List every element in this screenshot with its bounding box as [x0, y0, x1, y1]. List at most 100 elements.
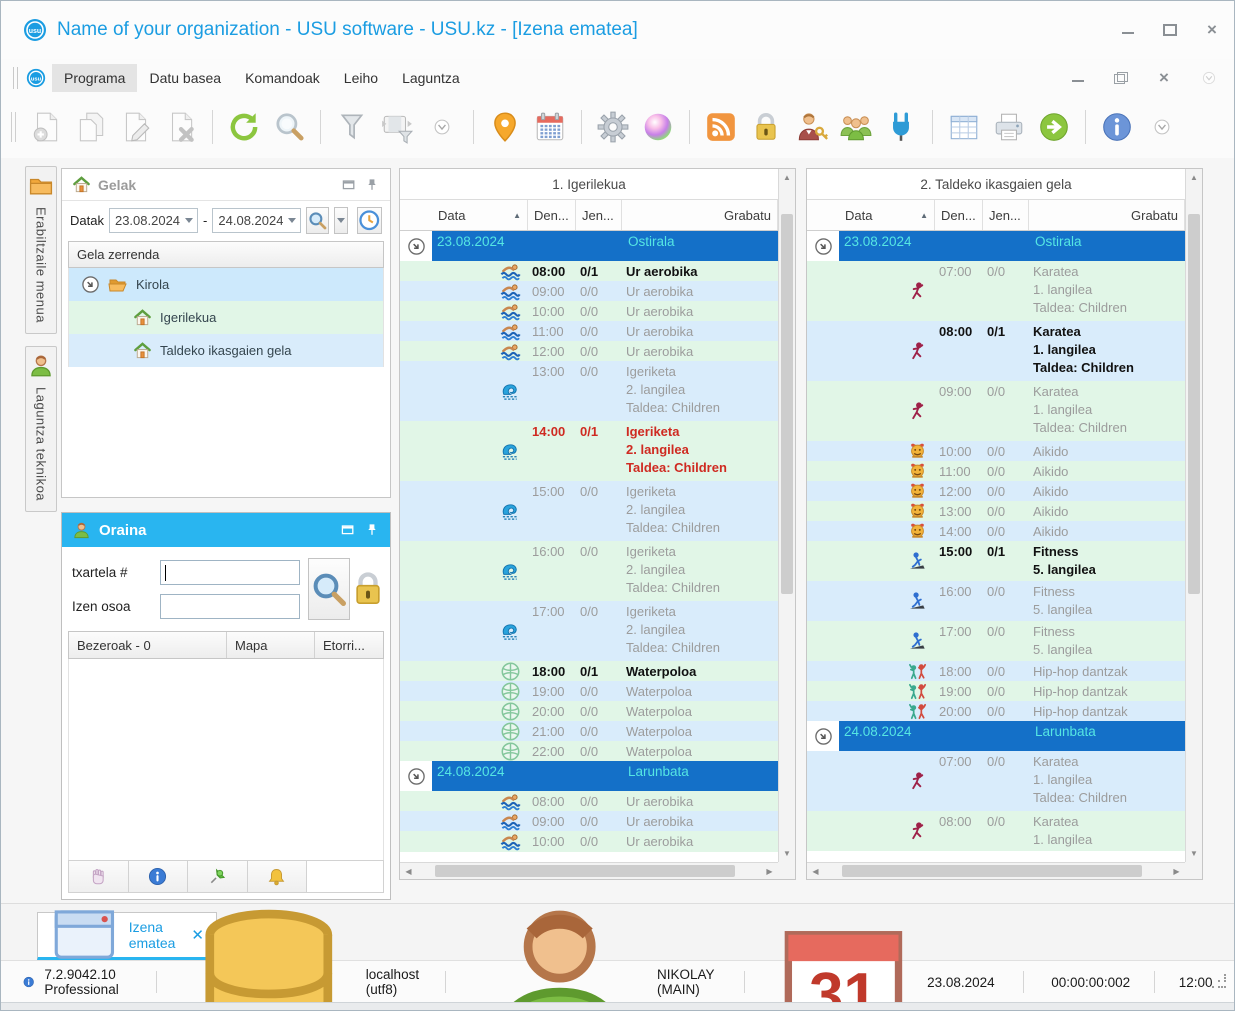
filter-icon[interactable] — [333, 108, 371, 146]
refresh-icon[interactable] — [225, 108, 263, 146]
table-icon[interactable] — [945, 108, 983, 146]
copy-record-icon[interactable] — [72, 108, 110, 146]
hand-button[interactable] — [69, 861, 129, 892]
tree-item-taldeko[interactable]: Taldeko ikasgaien gela — [69, 334, 383, 367]
quick-note-input[interactable] — [307, 861, 383, 892]
schedule-row[interactable]: 10:00 0/0 Ur aerobika — [400, 831, 778, 852]
mdi-minimize-button[interactable] — [1070, 71, 1086, 85]
schedule-row[interactable]: 12:00 0/0 Ur aerobika — [400, 341, 778, 362]
more-toolbar-icon[interactable] — [1143, 108, 1181, 146]
collapse-icon[interactable] — [81, 275, 100, 294]
schedule-row[interactable]: 13:00 0/0 Aikido — [807, 501, 1185, 522]
scroll-left-icon[interactable]: ◀ — [400, 867, 417, 876]
schedule-row[interactable]: 09:00 0/0 Ur aerobika — [400, 811, 778, 832]
schedule-row[interactable]: 14:00 0/1 Igeriketa 2. langilea Taldea: Chil… — [400, 421, 778, 481]
menu-datu-basea[interactable]: Datu basea — [137, 64, 233, 92]
collapse-group-icon[interactable] — [407, 237, 426, 256]
menu-komandoak[interactable]: Komandoak — [233, 64, 332, 92]
tree-item-igerilekua[interactable]: Igerilekua — [69, 301, 383, 334]
toolbar-grip[interactable] — [11, 112, 16, 142]
edit-record-icon[interactable] — [117, 108, 155, 146]
user-access-icon[interactable] — [792, 108, 830, 146]
info-button[interactable] — [128, 861, 188, 892]
mdi-restore-button[interactable] — [1114, 71, 1128, 84]
location-icon[interactable] — [486, 108, 524, 146]
menu-programa[interactable]: Programa — [52, 63, 138, 92]
new-record-icon[interactable] — [27, 108, 65, 146]
menu-leiho[interactable]: Leiho — [332, 64, 390, 92]
sidebar-tab-user-menu[interactable]: Erabiltzaile menua — [25, 166, 57, 334]
horizontal-scrollbar[interactable]: ◀ ▶ — [400, 862, 778, 879]
chevron-down-icon[interactable] — [283, 209, 300, 232]
close-button[interactable]: × — [1204, 21, 1220, 38]
column-clients[interactable]: Bezeroak - 0 — [69, 632, 227, 658]
panel-maximize-icon[interactable] — [340, 522, 356, 538]
chevron-down-icon[interactable] — [180, 209, 197, 232]
menu-laguntza[interactable]: Laguntza — [390, 64, 472, 92]
scroll-down-icon[interactable]: ▼ — [779, 845, 795, 862]
schedule-row[interactable]: 20:00 0/0 Waterpoloa — [400, 701, 778, 722]
pin-button[interactable] — [188, 861, 248, 892]
schedule-row[interactable]: 16:00 0/0 Fitness 5. langilea — [807, 581, 1185, 621]
column-header-den[interactable]: Den... — [935, 200, 983, 230]
collapse-group-icon[interactable] — [814, 237, 833, 256]
settings-icon[interactable] — [594, 108, 632, 146]
schedule-row[interactable]: 07:00 0/0 Karatea 1. langilea Taldea: Childr… — [807, 261, 1185, 321]
calendar-icon[interactable] — [531, 108, 569, 146]
date-group-row[interactable]: 24.08.2024 Larunbata — [400, 761, 778, 791]
schedule-row[interactable]: 20:00 0/0 Hip-hop dantzak — [807, 701, 1185, 722]
vertical-scrollbar[interactable]: ▲ ▼ — [778, 169, 795, 862]
resize-grip[interactable] — [1212, 974, 1227, 990]
print-icon[interactable] — [990, 108, 1028, 146]
schedule-row[interactable]: 19:00 0/0 Hip-hop dantzak — [807, 681, 1185, 702]
info-icon[interactable] — [1098, 108, 1136, 146]
scroll-thumb[interactable] — [1188, 214, 1200, 594]
schedule-row[interactable]: 10:00 0/0 Aikido — [807, 441, 1185, 462]
date-group-row[interactable]: 23.08.2024 Ostirala — [807, 231, 1185, 261]
schedule-row[interactable]: 21:00 0/0 Waterpoloa — [400, 721, 778, 742]
schedule-row[interactable]: 12:00 0/0 Aikido — [807, 481, 1185, 502]
column-header-data[interactable]: Data ▲ — [839, 200, 935, 230]
card-number-input[interactable] — [160, 559, 300, 585]
column-header-grabatu[interactable]: Grabatu — [622, 200, 778, 230]
schedule-row[interactable]: 11:00 0/0 Aikido — [807, 461, 1185, 482]
schedule-row[interactable]: 08:00 0/0 Ur aerobika — [400, 791, 778, 812]
maximize-button[interactable] — [1162, 23, 1178, 37]
scroll-up-icon[interactable]: ▲ — [1186, 169, 1202, 186]
column-header-grabatu[interactable]: Grabatu — [1029, 200, 1185, 230]
date-to-select[interactable]: 24.08.2024 — [212, 207, 302, 233]
schedule-row[interactable]: 07:00 0/0 Karatea 1. langilea Taldea: Childr… — [807, 751, 1185, 811]
lock-icon[interactable] — [348, 569, 388, 609]
mdi-menu-icon[interactable] — [1200, 69, 1218, 87]
scroll-thumb[interactable] — [435, 865, 735, 877]
scroll-left-icon[interactable]: ◀ — [807, 867, 824, 876]
scroll-thumb[interactable] — [842, 865, 1142, 877]
date-group-row[interactable]: 23.08.2024 Ostirala — [400, 231, 778, 261]
horizontal-scrollbar[interactable]: ◀ ▶ — [807, 862, 1185, 879]
scroll-right-icon[interactable]: ▶ — [1168, 867, 1185, 876]
search-options-button[interactable] — [334, 206, 349, 234]
info-icon[interactable] — [23, 972, 34, 992]
schedule-row[interactable]: 18:00 0/0 Hip-hop dantzak — [807, 661, 1185, 682]
time-button[interactable] — [357, 206, 382, 234]
schedule-row[interactable]: 08:00 0/1 Karatea 1. langilea Taldea: Childr… — [807, 321, 1185, 381]
minimize-button[interactable] — [1120, 23, 1136, 37]
tree-item-kirola[interactable]: Kirola — [69, 268, 383, 301]
export-icon[interactable] — [1035, 108, 1073, 146]
scroll-right-icon[interactable]: ▶ — [761, 867, 778, 876]
schedule-row[interactable]: 13:00 0/0 Igeriketa 2. langilea Taldea: Chil… — [400, 361, 778, 421]
schedule-row[interactable]: 17:00 0/0 Igeriketa 2. langilea Taldea: Chil… — [400, 601, 778, 661]
column-header-den[interactable]: Den... — [528, 200, 576, 230]
vertical-scrollbar[interactable]: ▲ ▼ — [1185, 169, 1202, 862]
plugin-icon[interactable] — [882, 108, 920, 146]
appearance-icon[interactable] — [639, 108, 677, 146]
schedule-row[interactable]: 16:00 0/0 Igeriketa 2. langilea Taldea: Chil… — [400, 541, 778, 601]
schedule-row[interactable]: 15:00 0/0 Igeriketa 2. langilea Taldea: Chil… — [400, 481, 778, 541]
scroll-up-icon[interactable]: ▲ — [779, 169, 795, 186]
delete-record-icon[interactable] — [162, 108, 200, 146]
panel-pin-icon[interactable] — [364, 522, 380, 538]
more-tools-icon[interactable] — [423, 108, 461, 146]
scroll-thumb[interactable] — [781, 214, 793, 594]
collapse-group-icon[interactable] — [407, 767, 426, 786]
mdi-close-button[interactable]: × — [1156, 69, 1172, 86]
